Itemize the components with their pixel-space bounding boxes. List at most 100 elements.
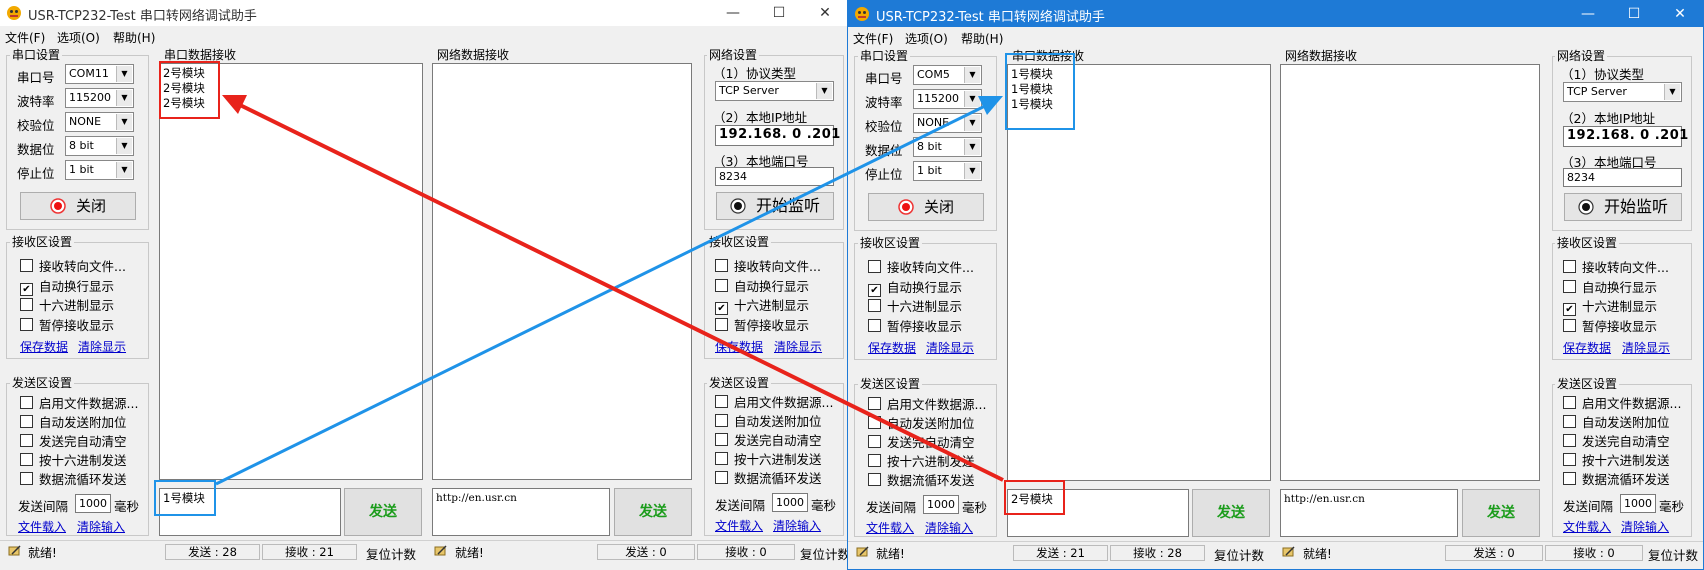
serial-stop-select[interactable]: 1 bit ▼ bbox=[913, 161, 982, 181]
option-checkbox[interactable]: 按十六进制发送 bbox=[715, 449, 822, 468]
clear-input-link[interactable]: 清除输入 bbox=[77, 518, 125, 535]
option-checkbox[interactable]: 数据流循环发送 bbox=[1563, 469, 1670, 488]
net-clear-display-link[interactable]: 清除显示 bbox=[774, 338, 822, 355]
net-recv-area[interactable] bbox=[1280, 64, 1540, 481]
start-listen-button[interactable]: 开始监听 bbox=[1564, 193, 1682, 221]
clear-display-link[interactable]: 清除显示 bbox=[926, 339, 974, 356]
checkbox[interactable] bbox=[715, 433, 728, 446]
option-checkbox[interactable]: 按十六进制发送 bbox=[1563, 450, 1670, 469]
option-checkbox[interactable]: 暂停接收显示 bbox=[715, 315, 809, 334]
checkbox[interactable] bbox=[20, 472, 33, 485]
local-ip-input[interactable]: 192.168. 0 .201 bbox=[715, 125, 840, 146]
checkbox[interactable] bbox=[20, 415, 33, 428]
serial-baud-select[interactable]: 115200 ▼ bbox=[65, 88, 134, 108]
checkbox[interactable] bbox=[20, 317, 33, 331]
checkbox[interactable] bbox=[715, 395, 728, 408]
checkbox[interactable] bbox=[1563, 396, 1576, 409]
chevron-down-icon[interactable]: ▼ bbox=[964, 115, 980, 131]
file-load-link[interactable]: 文件载入 bbox=[18, 518, 66, 535]
chevron-down-icon[interactable]: ▼ bbox=[816, 83, 832, 99]
checkbox[interactable]: ✔ bbox=[715, 302, 728, 315]
local-port-input[interactable]: 8234 bbox=[1563, 168, 1682, 187]
net-send-input[interactable]: http://en.usr.cn bbox=[1280, 489, 1458, 537]
option-checkbox[interactable]: 自动发送附加位 bbox=[1563, 412, 1670, 431]
save-data-link[interactable]: 保存数据 bbox=[868, 339, 916, 356]
option-checkbox[interactable]: 十六进制显示 bbox=[20, 295, 114, 314]
net-send-button[interactable]: 发送 bbox=[1462, 489, 1540, 537]
serial-recv-area[interactable]: 2号模块 2号模块 2号模块 bbox=[159, 63, 423, 480]
net-send-input[interactable]: http://en.usr.cn bbox=[432, 488, 610, 536]
net-send-interval-input[interactable]: 1000 bbox=[1620, 494, 1656, 513]
option-checkbox[interactable]: 接收转向文件... bbox=[868, 257, 974, 276]
checkbox[interactable] bbox=[715, 414, 728, 427]
option-checkbox[interactable]: 暂停接收显示 bbox=[868, 316, 962, 335]
chevron-down-icon[interactable]: ▼ bbox=[964, 67, 980, 83]
menu-help[interactable]: 帮助(H) bbox=[961, 30, 1003, 47]
close-icon[interactable]: ✕ bbox=[1657, 1, 1703, 27]
title-bar[interactable]: USR-TCP232-Test 串口转网络调试助手 — ☐ ✕ bbox=[848, 1, 1703, 27]
serial-stop-select[interactable]: 1 bit ▼ bbox=[65, 160, 134, 180]
serial-send-button[interactable]: 发送 bbox=[344, 488, 422, 536]
checkbox[interactable] bbox=[715, 452, 728, 465]
chevron-down-icon[interactable]: ▼ bbox=[964, 139, 980, 155]
checkbox[interactable] bbox=[715, 259, 728, 272]
checkbox[interactable] bbox=[20, 434, 33, 447]
chevron-down-icon[interactable]: ▼ bbox=[116, 138, 132, 154]
maximize-icon[interactable]: ☐ bbox=[756, 0, 802, 26]
menu-options[interactable]: 选项(O) bbox=[57, 29, 100, 46]
net-file-load-link[interactable]: 文件载入 bbox=[1563, 518, 1611, 535]
option-checkbox[interactable]: 发送完自动清空 bbox=[715, 430, 822, 449]
option-checkbox[interactable]: 按十六进制发送 bbox=[868, 451, 975, 470]
option-checkbox[interactable]: 数据流循环发送 bbox=[868, 470, 975, 489]
option-checkbox[interactable]: 暂停接收显示 bbox=[20, 315, 114, 334]
option-checkbox[interactable]: 自动发送附加位 bbox=[20, 412, 127, 431]
chevron-down-icon[interactable]: ▼ bbox=[116, 66, 132, 82]
option-checkbox[interactable]: 启用文件数据源... bbox=[1563, 393, 1681, 412]
net-send-interval-input[interactable]: 1000 bbox=[772, 493, 808, 512]
serial-baud-select[interactable]: 115200 ▼ bbox=[913, 89, 982, 109]
checkbox[interactable]: ✔ bbox=[1563, 303, 1576, 316]
checkbox[interactable] bbox=[868, 473, 881, 486]
start-listen-button[interactable]: 开始监听 bbox=[716, 192, 834, 220]
serial-close-button[interactable]: 关闭 bbox=[20, 192, 136, 220]
checkbox[interactable] bbox=[20, 453, 33, 466]
option-checkbox[interactable]: 接收转向文件... bbox=[1563, 257, 1669, 276]
local-ip-input[interactable]: 192.168. 0 .201 bbox=[1563, 126, 1688, 147]
checkbox[interactable] bbox=[20, 396, 33, 409]
option-checkbox[interactable]: ✔ 自动换行显示 bbox=[20, 276, 114, 296]
net-recv-area[interactable] bbox=[432, 63, 692, 480]
option-checkbox[interactable]: 接收转向文件... bbox=[715, 256, 821, 275]
net-save-data-link[interactable]: 保存数据 bbox=[1563, 339, 1611, 356]
option-checkbox[interactable]: 暂停接收显示 bbox=[1563, 316, 1657, 335]
checkbox[interactable] bbox=[715, 278, 728, 292]
checkbox[interactable] bbox=[1563, 260, 1576, 273]
option-checkbox[interactable]: 发送完自动清空 bbox=[1563, 431, 1670, 450]
chevron-down-icon[interactable]: ▼ bbox=[964, 163, 980, 179]
checkbox[interactable] bbox=[20, 259, 33, 272]
net-file-load-link[interactable]: 文件载入 bbox=[715, 517, 763, 534]
net-clear-input-link[interactable]: 清除输入 bbox=[773, 517, 821, 534]
checkbox[interactable] bbox=[868, 416, 881, 429]
serial-data-select[interactable]: 8 bit ▼ bbox=[913, 137, 982, 157]
serial-port-select[interactable]: COM5 ▼ bbox=[913, 65, 982, 85]
checkbox[interactable]: ✔ bbox=[868, 283, 881, 297]
net-clear-display-link[interactable]: 清除显示 bbox=[1622, 339, 1670, 356]
chevron-down-icon[interactable]: ▼ bbox=[116, 162, 132, 178]
net-reset-count[interactable]: 复位计数 bbox=[1648, 545, 1698, 564]
option-checkbox[interactable]: ✔ 十六进制显示 bbox=[715, 295, 809, 315]
minimize-icon[interactable]: — bbox=[1565, 1, 1611, 27]
option-checkbox[interactable]: 十六进制显示 bbox=[868, 296, 962, 315]
checkbox[interactable] bbox=[1563, 279, 1576, 293]
serial-reset-count[interactable]: 复位计数 bbox=[1214, 545, 1264, 564]
option-checkbox[interactable]: 数据流循环发送 bbox=[715, 468, 822, 487]
option-checkbox[interactable]: 自动发送附加位 bbox=[868, 413, 975, 432]
chevron-down-icon[interactable]: ▼ bbox=[1664, 84, 1680, 100]
close-icon[interactable]: ✕ bbox=[802, 0, 848, 26]
send-interval-input[interactable]: 1000 bbox=[75, 494, 111, 513]
net-reset-count[interactable]: 复位计数 bbox=[800, 544, 848, 563]
checkbox[interactable] bbox=[1563, 453, 1576, 466]
clear-input-link[interactable]: 清除输入 bbox=[925, 519, 973, 536]
net-save-data-link[interactable]: 保存数据 bbox=[715, 338, 763, 355]
option-checkbox[interactable]: 发送完自动清空 bbox=[868, 432, 975, 451]
save-data-link[interactable]: 保存数据 bbox=[20, 338, 68, 355]
